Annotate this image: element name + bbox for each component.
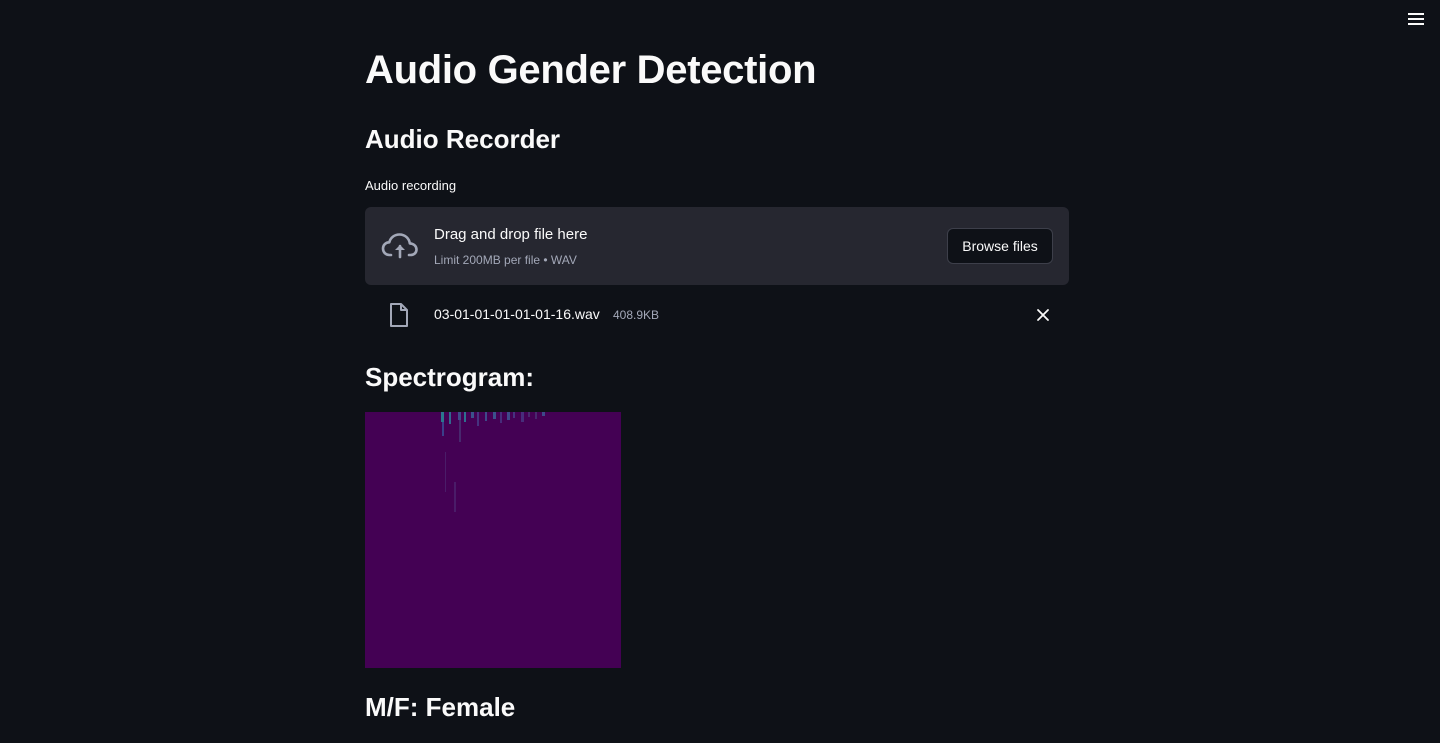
- dropzone-instructions: Drag and drop file here: [434, 226, 588, 243]
- prediction-result: M/F: Female: [365, 692, 516, 722]
- main-menu-button[interactable]: [1400, 8, 1432, 30]
- file-icon: [390, 303, 408, 327]
- audio-recorder-heading: Audio Recorder: [365, 124, 561, 154]
- remove-file-button[interactable]: [1033, 305, 1053, 325]
- spectrogram-graphic: [365, 412, 621, 668]
- dropzone-limit: Limit 200MB per file • WAV: [434, 253, 577, 267]
- close-icon: [1037, 309, 1049, 321]
- page-title: Audio Gender Detection: [365, 48, 817, 92]
- cloud-upload-icon: [381, 233, 418, 259]
- hamburger-menu-icon: [1408, 13, 1424, 25]
- uploader-label: Audio recording: [365, 178, 457, 193]
- uploaded-file-item: 03-01-01-01-01-01-16.wav 408.9KB: [365, 296, 1069, 334]
- browse-files-button[interactable]: Browse files: [947, 228, 1053, 264]
- uploaded-file-name: 03-01-01-01-01-01-16.wav: [434, 306, 600, 322]
- uploaded-file-size: 408.9KB: [613, 308, 660, 322]
- spectrogram-heading: Spectrogram:: [365, 362, 535, 392]
- spectrogram-image: [365, 412, 621, 668]
- file-dropzone[interactable]: Drag and drop file here Limit 200MB per …: [365, 207, 1069, 285]
